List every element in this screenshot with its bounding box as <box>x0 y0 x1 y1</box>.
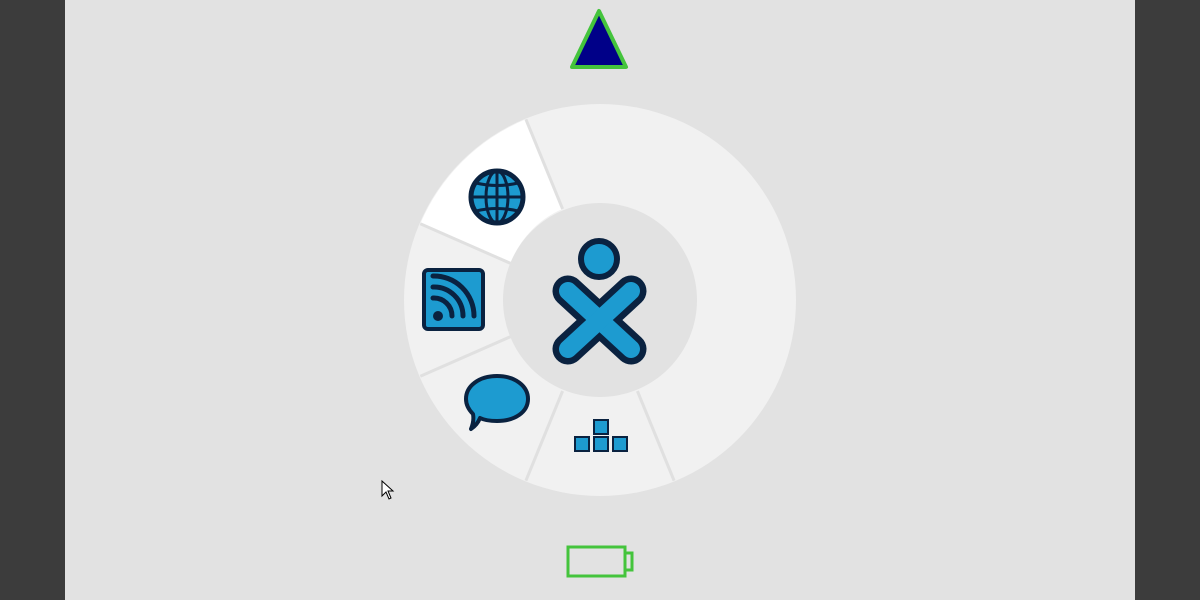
triangle-network-icon[interactable] <box>570 9 628 69</box>
globe-icon[interactable] <box>468 168 526 226</box>
rss-feed-icon[interactable] <box>422 268 485 331</box>
battery-icon[interactable] <box>566 545 634 578</box>
home-ring-layer <box>381 9 796 578</box>
mouse-pointer-icon <box>381 479 395 500</box>
